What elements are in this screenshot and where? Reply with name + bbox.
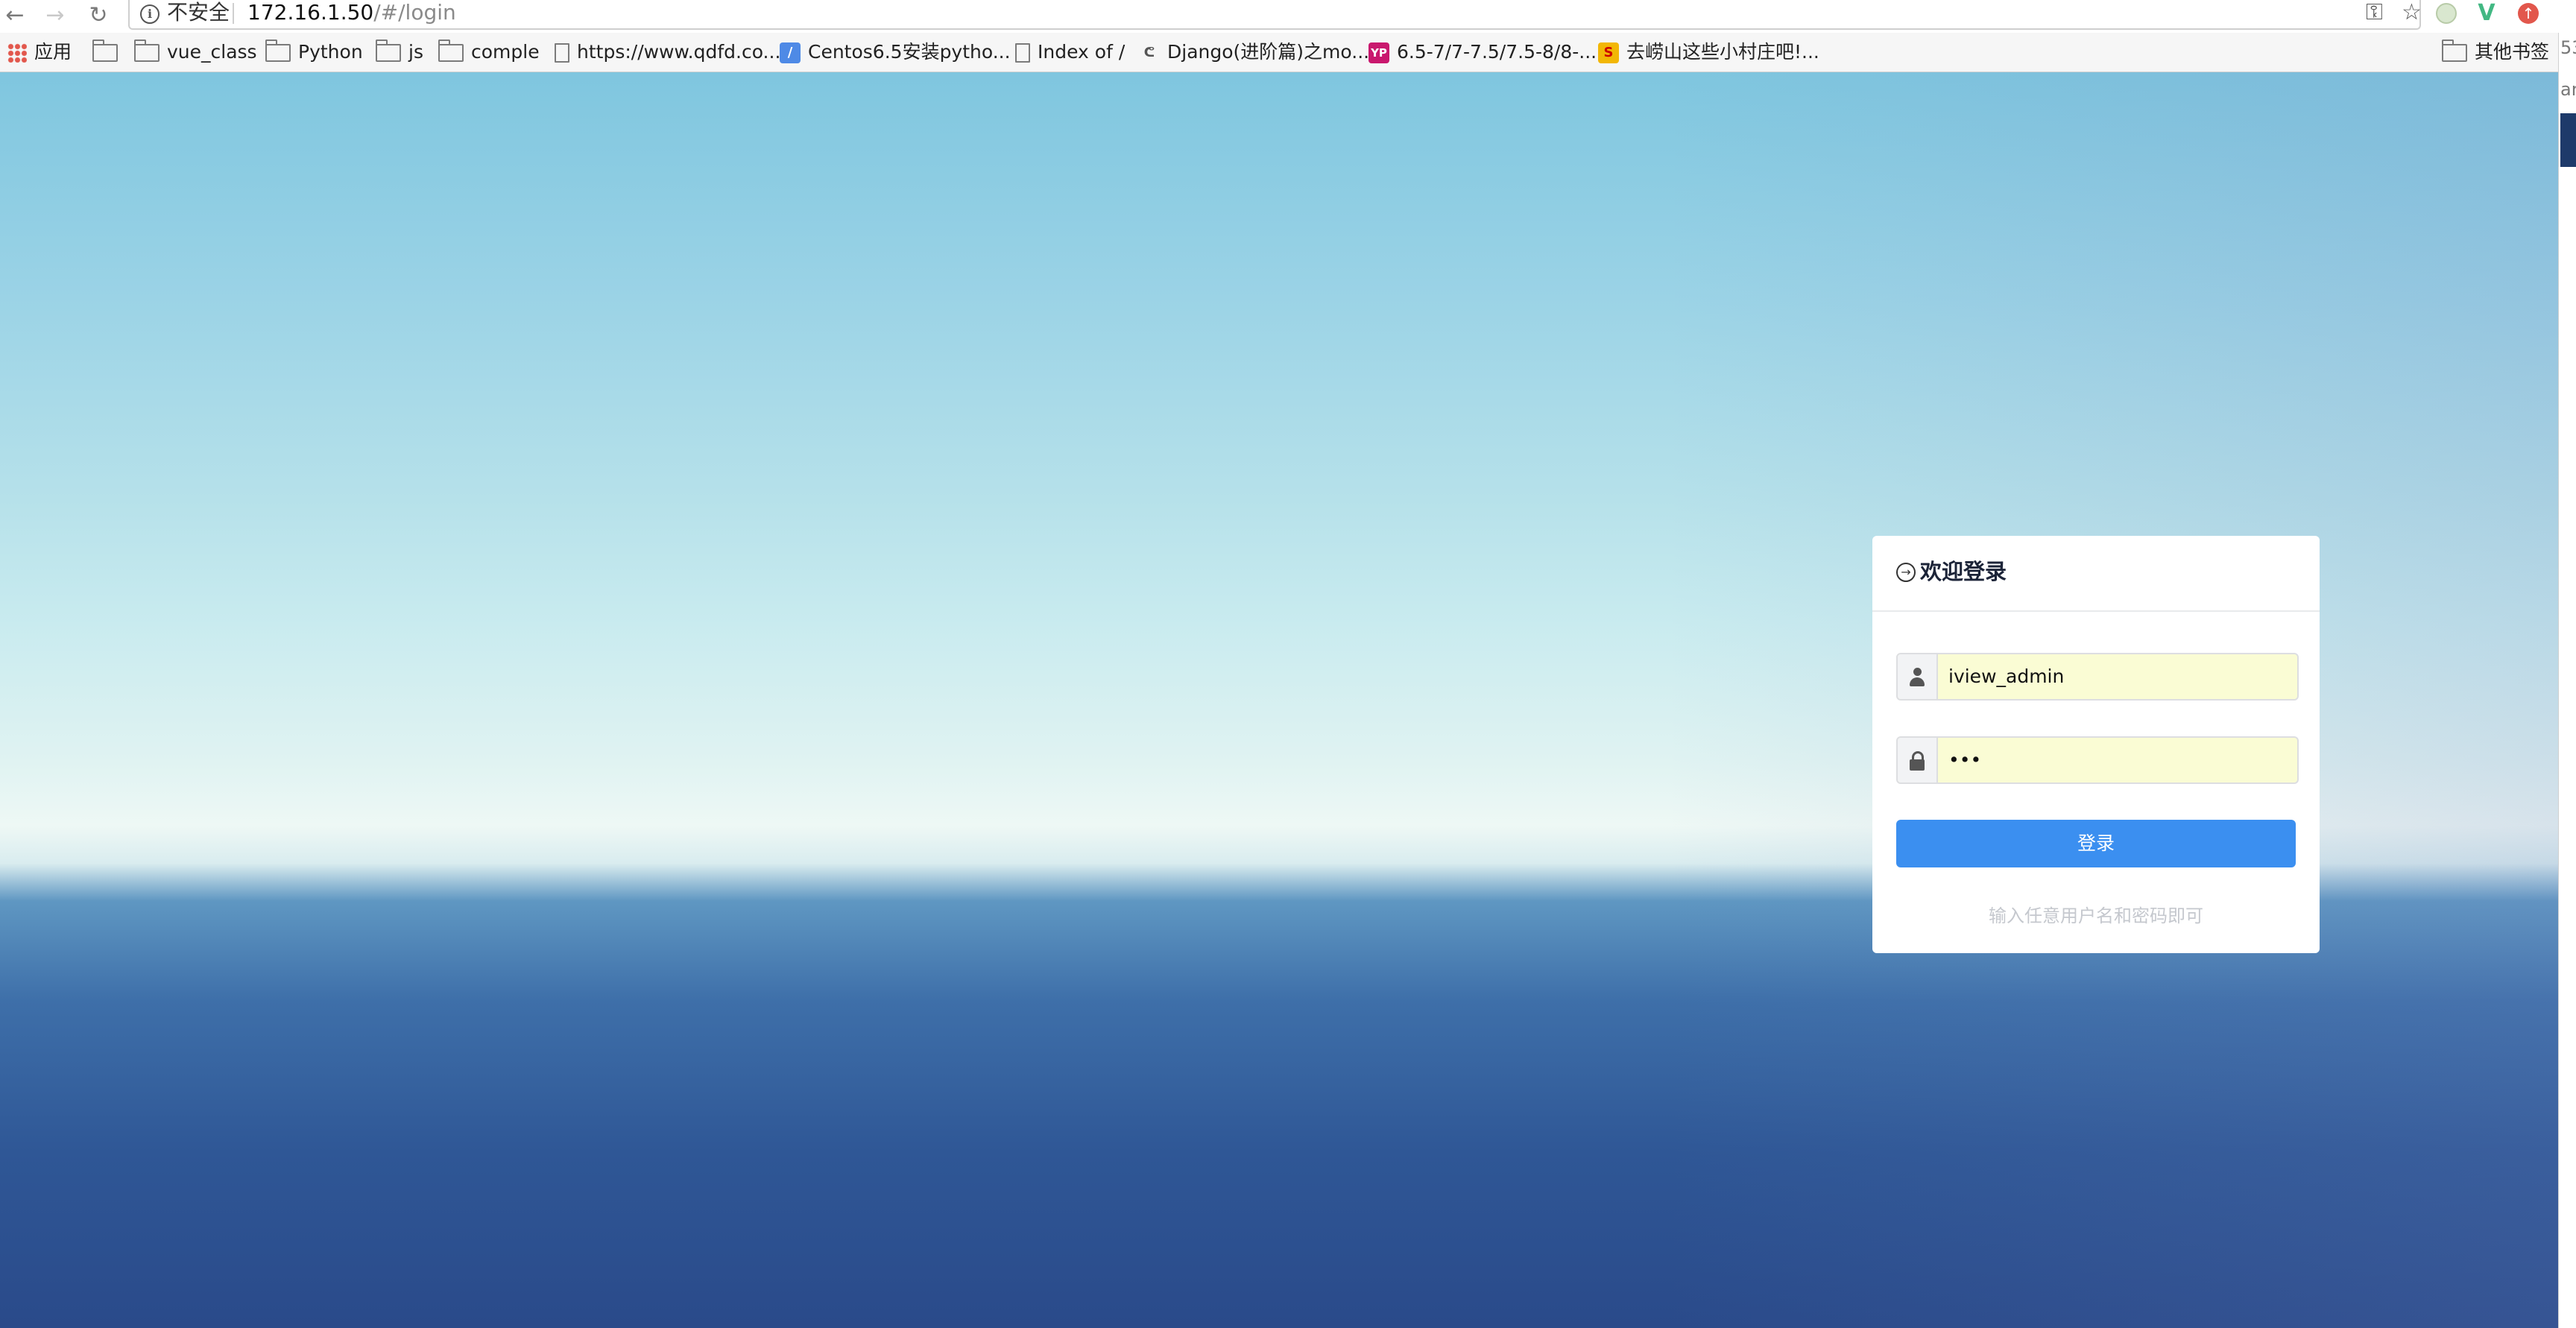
password-field[interactable]: ••• bbox=[1896, 736, 2299, 784]
page-icon bbox=[555, 43, 569, 63]
login-hint: 输入任意用户名和密码即可 bbox=[1989, 905, 2203, 926]
bookmark-label: Centos6.5安装pytho... bbox=[808, 41, 1011, 63]
bookmark-label: 6.5-7/7-7.5/7.5-8/8-... bbox=[1397, 41, 1597, 63]
log-in-icon: → bbox=[1896, 563, 1916, 582]
bookmark-label: 其他书签 bbox=[2475, 41, 2550, 63]
address-bar: ← → ↻ i 不安全 172.16.1.50/#/login ⚿ ☆ V ↑ bbox=[0, 0, 2576, 34]
bookmark-apps[interactable]: 应用 bbox=[7, 33, 72, 72]
bookmark-folder-empty[interactable] bbox=[92, 33, 125, 72]
bookmark-label: comple bbox=[471, 41, 540, 63]
login-title: 欢迎登录 bbox=[1920, 559, 2007, 584]
django-icon: ᕦ bbox=[1143, 45, 1155, 60]
lock-icon bbox=[1898, 738, 1938, 782]
key-icon[interactable]: ⚿ bbox=[2366, 0, 2383, 25]
back-button[interactable]: ← bbox=[1, 3, 28, 28]
bookmark-python[interactable]: Python bbox=[265, 33, 363, 72]
extension-circle-icon[interactable] bbox=[2436, 3, 2457, 24]
folder-icon bbox=[92, 39, 118, 62]
apps-grid-icon bbox=[7, 43, 27, 63]
info-icon[interactable]: i bbox=[140, 4, 160, 24]
bookmark-label: Django(进阶篇)之mo... bbox=[1167, 41, 1370, 63]
star-icon[interactable]: ☆ bbox=[2402, 0, 2422, 25]
reload-button[interactable]: ↻ bbox=[85, 3, 112, 28]
login-card: → 欢迎登录 iview_admin ••• 登录 输入任意用户名和密码即可 bbox=[1872, 536, 2320, 953]
url-text[interactable]: 172.16.1.50/#/login bbox=[247, 0, 456, 25]
security-label[interactable]: 不安全 bbox=[167, 0, 230, 25]
bookmarks-bar: 应用 vue_class Python js comple https://ww… bbox=[0, 33, 2576, 72]
bookmark-vue-class[interactable]: vue_class bbox=[134, 33, 257, 72]
blog-icon: / bbox=[780, 42, 801, 63]
folder-icon bbox=[438, 39, 464, 62]
folder-icon bbox=[265, 39, 291, 62]
url-box[interactable]: i 不安全 172.16.1.50/#/login ⚿ ☆ bbox=[128, 0, 2422, 30]
bookmark-label: 应用 bbox=[34, 41, 72, 63]
bookmark-label: Python bbox=[298, 41, 363, 63]
yp-icon: YP bbox=[1368, 42, 1389, 63]
login-card-header: → 欢迎登录 bbox=[1872, 536, 2320, 612]
side-window-edge: 53 ar bbox=[2558, 33, 2576, 1328]
password-value[interactable]: ••• bbox=[1948, 738, 1981, 782]
s-icon: S bbox=[1598, 42, 1619, 63]
bookmark-label: js bbox=[408, 41, 423, 63]
bookmark-js[interactable]: js bbox=[376, 33, 423, 72]
bookmark-label: vue_class bbox=[167, 41, 257, 63]
folder-icon bbox=[2442, 39, 2467, 62]
bookmark-label: https://www.qdfd.co... bbox=[577, 41, 781, 63]
bookmark-qdfd[interactable]: https://www.qdfd.co... bbox=[555, 33, 780, 72]
bookmark-yp[interactable]: YP 6.5-7/7-7.5/7.5-8/8-... bbox=[1368, 33, 1597, 72]
page-icon bbox=[1015, 43, 1030, 63]
folder-icon bbox=[134, 39, 160, 62]
vue-devtools-icon[interactable]: V bbox=[2476, 2, 2497, 25]
bookmark-django[interactable]: ᕦ Django(进阶篇)之mo... bbox=[1139, 33, 1369, 72]
extension-red-icon[interactable]: ↑ bbox=[2518, 3, 2539, 24]
bookmark-index-of[interactable]: Index of / bbox=[1015, 33, 1125, 72]
url-path: /#/login bbox=[373, 0, 456, 25]
edge-text-top: 53 bbox=[2560, 37, 2576, 58]
bookmark-laoshan[interactable]: S 去崂山这些小村庄吧!... bbox=[1598, 33, 1819, 72]
person-icon bbox=[1898, 654, 1938, 699]
bookmark-label: 去崂山这些小村庄吧!... bbox=[1626, 41, 1819, 63]
bookmark-label: Index of / bbox=[1038, 41, 1126, 63]
forward-button[interactable]: → bbox=[42, 3, 69, 28]
bookmark-other[interactable]: 其他书签 bbox=[2442, 33, 2549, 72]
folder-icon bbox=[376, 39, 401, 62]
bookmark-centos[interactable]: / Centos6.5安装pytho... bbox=[780, 33, 1011, 72]
username-field[interactable]: iview_admin bbox=[1896, 653, 2299, 701]
edge-block bbox=[2560, 113, 2576, 167]
edge-text-mid: ar bbox=[2560, 79, 2576, 100]
url-host: 172.16.1.50 bbox=[247, 0, 374, 25]
login-button[interactable]: 登录 bbox=[1896, 820, 2296, 867]
url-divider bbox=[233, 3, 234, 24]
bookmark-comple[interactable]: comple bbox=[438, 33, 540, 72]
username-value[interactable]: iview_admin bbox=[1948, 654, 2064, 699]
